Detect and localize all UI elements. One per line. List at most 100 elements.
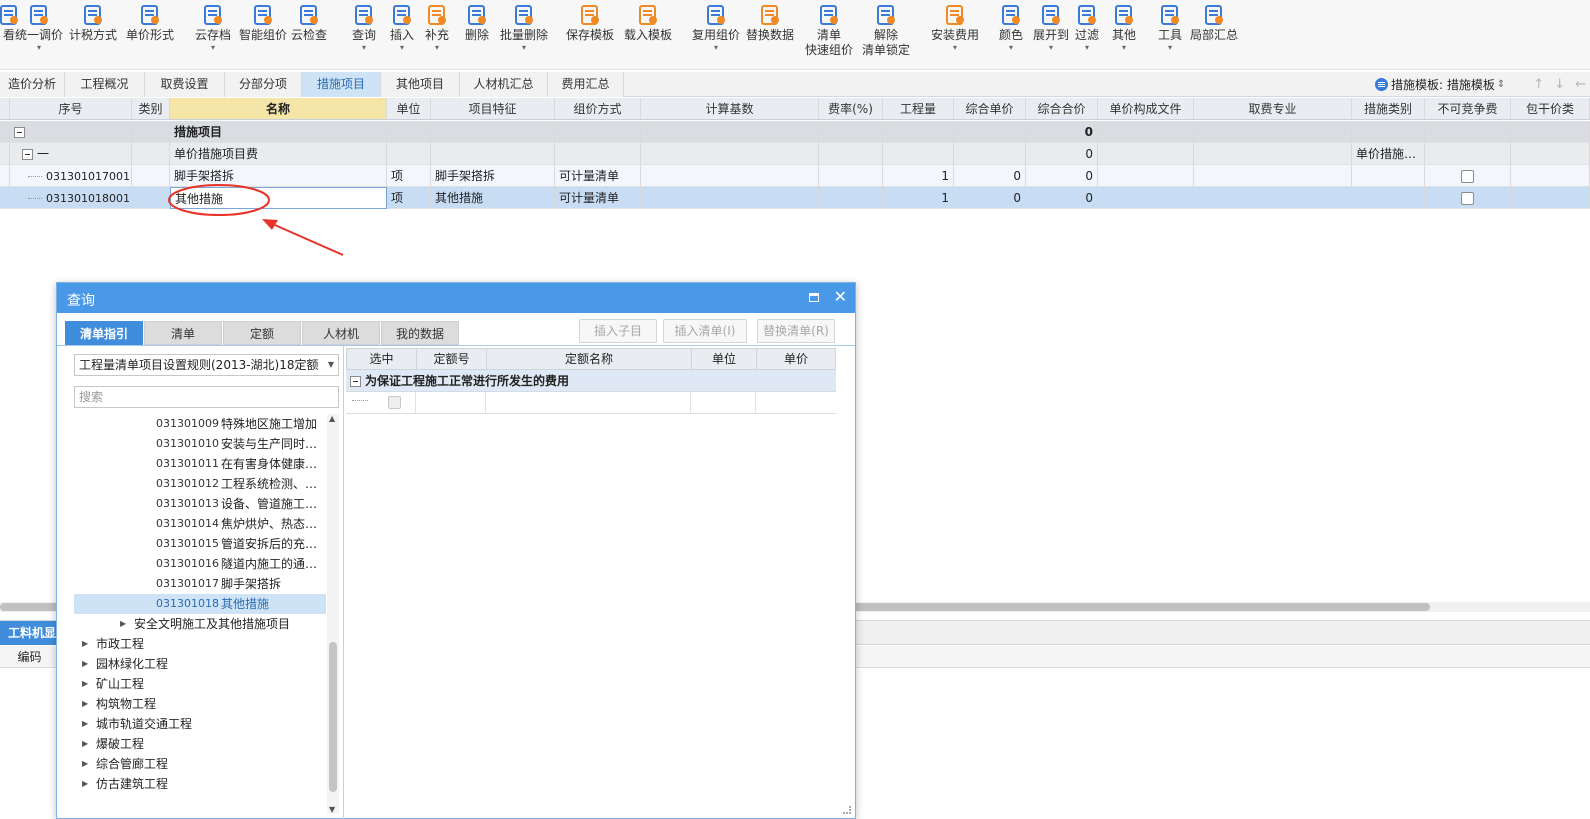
replace-data-button[interactable]: 替换数据 <box>746 4 794 43</box>
tree-node[interactable]: 031301010 安装与生产同时… <box>74 434 326 454</box>
cell-major[interactable] <box>1194 165 1352 187</box>
tab-7[interactable]: 费用汇总 <box>548 72 624 97</box>
result-group-row[interactable]: 为保证工程施工正常进行所发生的费用 <box>346 370 836 392</box>
dropdown-caret-icon[interactable]: ▾ <box>1049 43 1053 53</box>
tree-group[interactable]: ▶ 综合管廊工程 <box>74 754 326 774</box>
cell-feature[interactable]: 脚手架搭拆 <box>431 165 555 187</box>
cell-nc[interactable] <box>1425 121 1511 143</box>
cell-total[interactable]: 0 <box>1026 187 1098 209</box>
delete-button[interactable]: 删除 <box>465 4 489 43</box>
table-row[interactable]: 一 单价措施项目费 0 单价措施… <box>0 143 1590 165</box>
query-button[interactable]: 查询 ▾ <box>352 4 376 53</box>
tools-button[interactable]: 工具 ▾ <box>1158 4 1182 53</box>
cell-nc[interactable] <box>1425 165 1511 187</box>
cell-cat[interactable] <box>132 143 170 165</box>
dropdown-caret-icon[interactable]: ▾ <box>953 43 957 53</box>
maximize-icon[interactable] <box>809 293 819 302</box>
column-header[interactable]: 取费专业 <box>1194 98 1352 120</box>
expand-to-button[interactable]: 展开到 ▾ <box>1033 4 1069 53</box>
cell-rate[interactable] <box>819 187 883 209</box>
dropdown-caret-icon[interactable]: ▾ <box>1085 43 1089 53</box>
dialog-tab-1[interactable]: 清单 <box>144 321 222 345</box>
cell-qty[interactable] <box>883 121 954 143</box>
tree-node[interactable]: 031301016 隧道内施工的通… <box>74 554 326 574</box>
cell-name[interactable]: 措施项目 <box>170 121 387 143</box>
table-row[interactable]: 031301018001 其他措施 项 其他措施 可计量清单 1 0 0 <box>0 187 1590 209</box>
unit-price-form-button[interactable]: 单价形式 <box>126 4 174 43</box>
quick-pricing-button[interactable]: 清单 快速组价 <box>805 4 853 58</box>
tree-node[interactable]: 031301015 管道安拆后的充… <box>74 534 326 554</box>
tree-node[interactable]: 031301009 特殊地区施工增加 <box>74 414 326 434</box>
other-button[interactable]: 其他 ▾ <box>1112 4 1136 53</box>
cell-total[interactable]: 0 <box>1026 143 1098 165</box>
cell-rate[interactable] <box>819 143 883 165</box>
dialog-tab-2[interactable]: 定额 <box>223 321 301 345</box>
column-header[interactable]: 类别 <box>132 98 170 120</box>
tree-scrollbar[interactable]: ▲ ▼ <box>327 414 339 814</box>
cell-unit[interactable]: 项 <box>387 187 431 209</box>
dropdown-caret-icon[interactable]: ▾ <box>714 43 718 53</box>
collapse-icon[interactable] <box>22 149 33 160</box>
scrollbar-thumb[interactable] <box>329 642 337 792</box>
tree-group[interactable]: ▶ 矿山工程 <box>74 674 326 694</box>
search-input[interactable]: 搜索 <box>74 386 339 408</box>
dropdown-caret-icon[interactable]: ▾ <box>435 43 439 53</box>
tree-group[interactable]: ▶ 市政工程 <box>74 634 326 654</box>
column-header[interactable]: 单位 <box>387 98 431 120</box>
expand-icon[interactable]: ▶ <box>82 714 88 734</box>
cell-pk[interactable] <box>1511 143 1590 165</box>
smart-pricing-button[interactable]: 智能组价 <box>239 4 287 43</box>
expand-icon[interactable]: ▶ <box>82 754 88 774</box>
dropdown-caret-icon[interactable]: ▾ <box>1122 43 1126 53</box>
cell-qty[interactable]: 1 <box>883 165 954 187</box>
cell-name[interactable]: 脚手架搭拆 <box>170 165 387 187</box>
tab-0[interactable]: 造价分析 <box>0 72 65 97</box>
load-template-button[interactable]: 载入模板 <box>624 4 672 43</box>
dialog-action-button[interactable]: 替换清单(R) <box>757 319 835 343</box>
cell-qty[interactable]: 1 <box>883 187 954 209</box>
cell-unit[interactable] <box>387 143 431 165</box>
cell-file[interactable] <box>1098 165 1194 187</box>
cell-feature[interactable]: 其他措施 <box>431 187 555 209</box>
unlock-button[interactable]: 解除 清单锁定 <box>862 4 910 58</box>
column-header[interactable]: 单价构成文件 <box>1098 98 1194 120</box>
table-row[interactable]: 031301017001 脚手架搭拆 项 脚手架搭拆 可计量清单 1 0 0 <box>0 165 1590 187</box>
cell-cat[interactable] <box>132 165 170 187</box>
expand-icon[interactable]: ▶ <box>82 774 88 794</box>
cell-major[interactable] <box>1194 187 1352 209</box>
tab-6[interactable]: 人材机汇总 <box>460 72 548 97</box>
column-header[interactable]: 计算基数 <box>641 98 819 120</box>
cell-base[interactable] <box>641 165 819 187</box>
tab-labor-material[interactable]: 工料机显 <box>0 621 60 645</box>
expand-icon[interactable]: ▶ <box>120 614 126 634</box>
result-column-header[interactable]: 单价 <box>757 349 835 369</box>
tree-group[interactable]: ▶ 仿古建筑工程 <box>74 774 326 794</box>
cell-rate[interactable] <box>819 121 883 143</box>
tree-group[interactable]: ▶ 城市轨道交通工程 <box>74 714 326 734</box>
cell-file[interactable] <box>1098 121 1194 143</box>
tab-2[interactable]: 取费设置 <box>145 72 225 97</box>
scroll-up-icon[interactable]: ▲ <box>329 414 335 423</box>
cell-method[interactable] <box>555 143 641 165</box>
cell-major[interactable] <box>1194 121 1352 143</box>
column-header[interactable]: 名称 <box>170 98 387 120</box>
cell-cat[interactable] <box>132 187 170 209</box>
expand-icon[interactable]: ▶ <box>82 654 88 674</box>
tree-node[interactable]: 031301013 设备、管道施工… <box>74 494 326 514</box>
tree-group[interactable]: ▶ 园林绿化工程 <box>74 654 326 674</box>
move-up-icon[interactable]: ↑ <box>1533 77 1544 92</box>
collapse-icon[interactable] <box>14 127 25 138</box>
move-left-icon[interactable]: ← <box>1575 77 1586 92</box>
result-column-header[interactable]: 定额号 <box>417 349 487 369</box>
cell-feature[interactable] <box>431 121 555 143</box>
tax-method-button[interactable]: 计税方式 <box>69 4 117 43</box>
tree-group[interactable]: ▶ 爆破工程 <box>74 734 326 754</box>
column-header[interactable]: 措施类别 <box>1352 98 1425 120</box>
cell-uprice[interactable]: 0 <box>954 187 1026 209</box>
install-fee-button[interactable]: 安装费用 ▾ <box>931 4 979 53</box>
cell-mcat[interactable]: 单价措施… <box>1352 143 1425 165</box>
dialog-titlebar[interactable]: 查询 ✕ <box>57 283 855 313</box>
cell-qty[interactable] <box>883 143 954 165</box>
non-competitive-checkbox[interactable] <box>1461 170 1474 183</box>
scroll-down-icon[interactable]: ▼ <box>329 805 335 814</box>
